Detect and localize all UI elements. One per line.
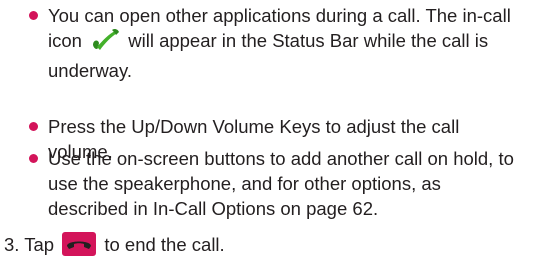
in-call-phone-icon [90,28,120,58]
step-text-before-icon: 3. Tap [4,234,55,255]
bullet-dot [29,11,38,20]
list-item: You can open other applications during a… [29,3,518,83]
step-end-call: 3. Tap to end the call. [4,232,225,262]
list-item: Use the on-screen buttons to add another… [29,146,518,221]
bullet-dot [29,154,38,163]
end-call-icon [62,232,97,262]
step-text-after-icon: to end the call. [104,234,225,255]
manual-page: You can open other applications during a… [0,0,536,260]
bullet-text: Use the on-screen buttons to add another… [48,148,514,219]
bullet-dot [29,122,38,131]
